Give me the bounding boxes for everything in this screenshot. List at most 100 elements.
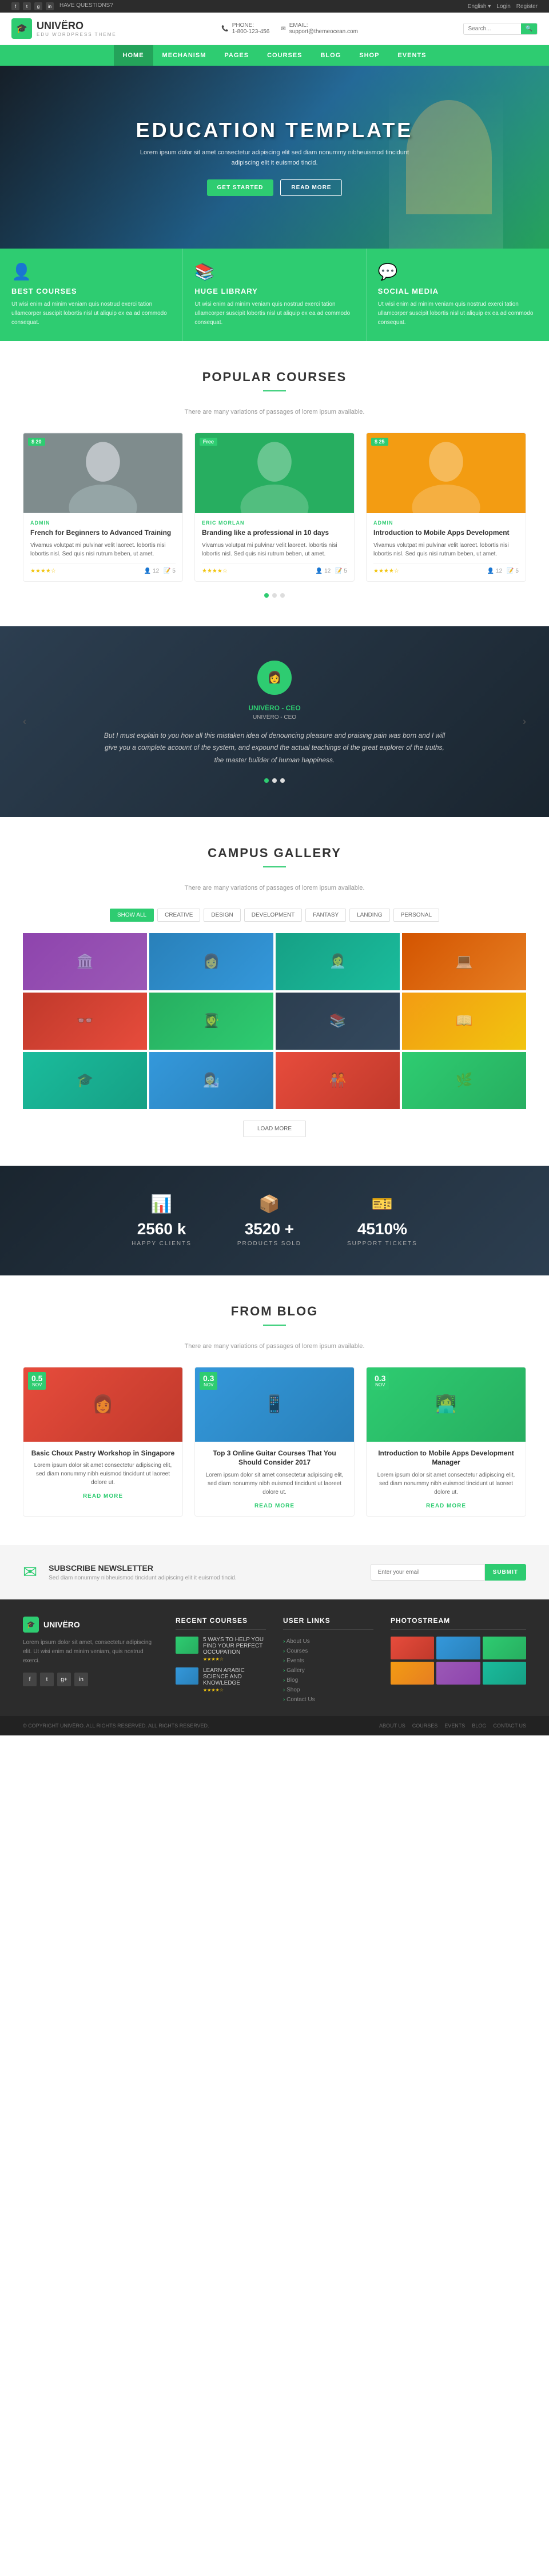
login-link[interactable]: Login xyxy=(496,3,510,10)
gallery-divider xyxy=(263,866,286,867)
stat-icon-2: 🎫 xyxy=(347,1194,417,1214)
course-meta-lessons-1: 📝 5 xyxy=(335,568,347,574)
nav-item-shop[interactable]: SHOP xyxy=(350,45,388,66)
hero-content: EDUCATION TEMPLATE Lorem ipsum dolor sit… xyxy=(132,118,417,196)
stat-1: 📦 3520 + PRODUCTS SOLD xyxy=(237,1194,301,1247)
filter-landing[interactable]: LANDING xyxy=(349,909,389,922)
newsletter-submit-button[interactable]: SUBMIT xyxy=(485,1564,526,1581)
gallery-item-9[interactable]: 👩‍🔬 xyxy=(149,1052,273,1109)
filter-creative[interactable]: CREATIVE xyxy=(157,909,200,922)
testimonial-next[interactable]: › xyxy=(523,715,526,727)
dot-1[interactable] xyxy=(272,593,277,598)
logo[interactable]: 🎓 UNIVËRO EDU WORDPRESS THEME xyxy=(11,18,117,39)
hero-subtitle: Lorem ipsum dolor sit amet consectetur a… xyxy=(132,148,417,168)
email-contact: ✉ EMAIL: support@themeocean.com xyxy=(281,22,358,35)
filter-fantasy[interactable]: FANTASY xyxy=(305,909,346,922)
gallery-section: CAMPUS GALLERY There are many variations… xyxy=(0,817,549,1166)
filter-show-all[interactable]: SHOW ALL xyxy=(110,909,154,922)
search-input[interactable] xyxy=(464,23,521,34)
dot-2[interactable] xyxy=(280,593,285,598)
footer-about-text: Lorem ipsum dolor sit amet, consectetur … xyxy=(23,1638,158,1666)
footer-bottom-link-0[interactable]: ABOUT US xyxy=(379,1723,405,1729)
testimonial-dot-2[interactable] xyxy=(280,778,285,783)
courses-grid: $ 20 ADMIN French for Beginners to Advan… xyxy=(23,433,526,582)
footer-bottom-link-4[interactable]: CONTACT US xyxy=(493,1723,526,1729)
footer-bottom-link-1[interactable]: COURSES xyxy=(412,1723,438,1729)
gallery-item-1[interactable]: 👩 xyxy=(149,933,273,990)
load-more-button[interactable]: LOAD MORE xyxy=(243,1121,306,1137)
nav-item-events[interactable]: EVENTS xyxy=(388,45,435,66)
blog-read-more-2[interactable]: READ MORE xyxy=(426,1503,466,1509)
hero-section: EDUCATION TEMPLATE Lorem ipsum dolor sit… xyxy=(0,66,549,249)
footer-linkedin-icon[interactable]: in xyxy=(74,1673,88,1686)
gallery-item-6[interactable]: 📚 xyxy=(276,993,400,1050)
search-button[interactable]: 🔍 xyxy=(521,23,537,34)
footer-link-0[interactable]: About Us xyxy=(283,1637,373,1646)
gallery-item-8[interactable]: 🎓 xyxy=(23,1052,147,1109)
facebook-icon[interactable]: f xyxy=(11,2,19,10)
gallery-item-5[interactable]: 👩‍🎓 xyxy=(149,993,273,1050)
header-search[interactable]: 🔍 xyxy=(463,23,538,35)
footer-photo-3[interactable] xyxy=(391,1662,434,1685)
nav-item-mechanism[interactable]: MECHANISM xyxy=(153,45,216,66)
twitter-icon[interactable]: t xyxy=(23,2,31,10)
course-meta-2: 👤 12 📝 5 xyxy=(487,568,519,574)
gallery-item-10[interactable]: 🧑‍🤝‍🧑 xyxy=(276,1052,400,1109)
footer-twitter-icon[interactable]: t xyxy=(40,1673,54,1686)
gallery-item-3[interactable]: 💻 xyxy=(402,933,526,990)
course-desc-2: Vivamus volutpat mi pulvinar velit laore… xyxy=(373,541,519,558)
footer-photo-4[interactable] xyxy=(436,1662,480,1685)
gallery-item-4[interactable]: 👓 xyxy=(23,993,147,1050)
blog-read-more-0[interactable]: READ MORE xyxy=(83,1493,123,1499)
gplus-icon[interactable]: g xyxy=(34,2,42,10)
nav-item-blog[interactable]: BLOG xyxy=(311,45,350,66)
footer-courses-col: Recent Courses 5 WAYS TO HELP YOU FIND Y… xyxy=(176,1617,266,1705)
nav-item-pages[interactable]: PAGES xyxy=(215,45,258,66)
language-selector[interactable]: English ▾ xyxy=(468,3,491,10)
footer-bottom-link-2[interactable]: EVENTS xyxy=(444,1723,465,1729)
filter-development[interactable]: DEVELOPMENT xyxy=(244,909,303,922)
footer-photo-1[interactable] xyxy=(436,1637,480,1659)
course-body-2: ADMIN Introduction to Mobile Apps Develo… xyxy=(367,513,526,581)
register-link[interactable]: Register xyxy=(516,3,538,10)
linkedin-icon[interactable]: in xyxy=(46,2,54,10)
footer-courses-title: Recent Courses xyxy=(176,1617,266,1630)
footer-photo-5[interactable] xyxy=(483,1662,526,1685)
filter-design[interactable]: DESIGN xyxy=(204,909,240,922)
footer-bottom-link-3[interactable]: BLOG xyxy=(472,1723,486,1729)
footer-facebook-icon[interactable]: f xyxy=(23,1673,37,1686)
filter-personal[interactable]: PERSONAL xyxy=(393,909,439,922)
footer-link-1[interactable]: Courses xyxy=(283,1646,373,1656)
blog-read-more-1[interactable]: READ MORE xyxy=(254,1503,295,1509)
read-more-button[interactable]: READ MORE xyxy=(280,179,342,196)
gallery-item-0[interactable]: 🏛️ xyxy=(23,933,147,990)
footer-link-4[interactable]: Blog xyxy=(283,1675,373,1685)
footer-gplus-icon[interactable]: g+ xyxy=(57,1673,71,1686)
newsletter-email-input[interactable] xyxy=(371,1564,485,1581)
gallery-item-11[interactable]: 🌿 xyxy=(402,1052,526,1109)
testimonial-prev[interactable]: ‹ xyxy=(23,715,26,727)
footer-grid: 🎓 UNIVËRO Lorem ipsum dolor sit amet, co… xyxy=(23,1617,526,1705)
gallery-item-2[interactable]: 👩‍💼 xyxy=(276,933,400,990)
testimonial-dot-1[interactable] xyxy=(272,778,277,783)
nav-item-home[interactable]: HOME xyxy=(114,45,153,66)
gallery-item-7[interactable]: 📖 xyxy=(402,993,526,1050)
popular-courses-subtitle: There are many variations of passages of… xyxy=(23,409,526,415)
footer-link-3[interactable]: Gallery xyxy=(283,1666,373,1675)
blog-img-inner-2: 👩‍💻 xyxy=(367,1367,526,1442)
footer-photo-2[interactable] xyxy=(483,1637,526,1659)
footer-link-2[interactable]: Events xyxy=(283,1656,373,1666)
testimonial-dot-0[interactable] xyxy=(264,778,269,783)
course-card-2: $ 25 ADMIN Introduction to Mobile Apps D… xyxy=(366,433,526,582)
phone-contact: 📞 PHONE: 1-800-123-456 xyxy=(221,22,269,35)
get-started-button[interactable]: GET STARTED xyxy=(207,179,274,196)
footer-link-5[interactable]: Shop xyxy=(283,1685,373,1695)
nav-item-courses[interactable]: COURSES xyxy=(258,45,311,66)
footer-logo-name: UNIVËRO xyxy=(43,1620,80,1629)
footer-link-6[interactable]: Contact Us xyxy=(283,1695,373,1705)
course-meta-lessons-0: 📝 5 xyxy=(164,568,176,574)
dot-0[interactable] xyxy=(264,593,269,598)
blog-img-inner-1: 📱 xyxy=(195,1367,354,1442)
testimonial-dots xyxy=(23,778,526,783)
footer-photo-0[interactable] xyxy=(391,1637,434,1659)
